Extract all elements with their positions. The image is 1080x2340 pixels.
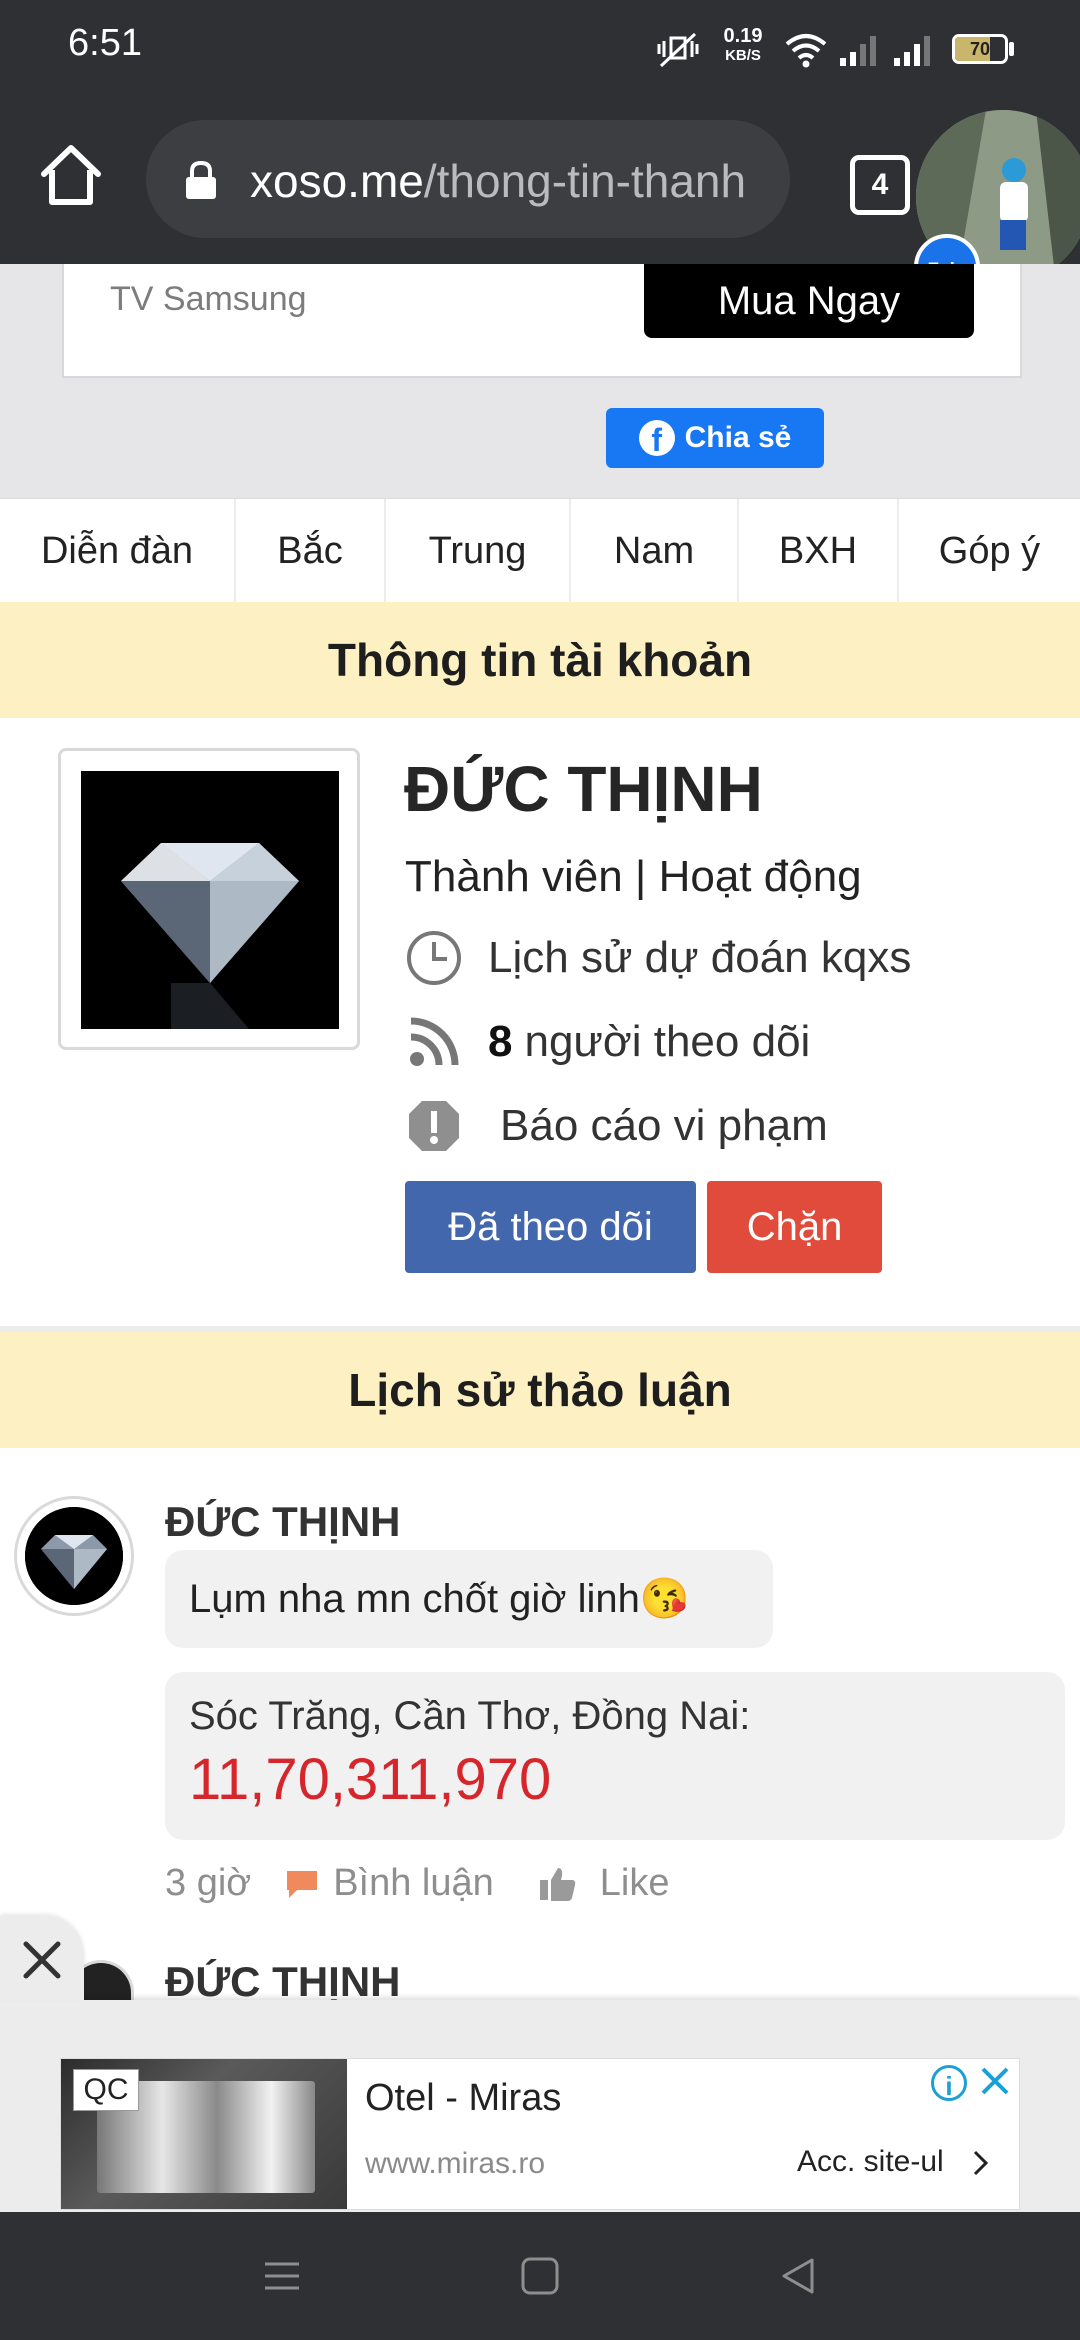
- tab-switcher-button[interactable]: 4: [850, 155, 910, 215]
- report-violation-link[interactable]: Báo cáo vi phạm: [404, 1096, 828, 1156]
- bottom-ad-banner[interactable]: QC Otel - Miras www.miras.ro Acc. site-u…: [60, 2058, 1020, 2210]
- battery-tip: [1009, 42, 1014, 56]
- nav-tab-feedback[interactable]: Góp ý: [899, 499, 1080, 603]
- signal-1-icon: [840, 36, 876, 66]
- ad-product-name: TV Samsung: [110, 280, 307, 318]
- prediction-history-link[interactable]: Lịch sử dự đoán kqxs: [404, 928, 911, 988]
- comment-button[interactable]: Bình luận: [285, 1862, 494, 1905]
- lock-icon: [186, 160, 216, 199]
- like-button[interactable]: Like: [538, 1862, 669, 1905]
- status-time: 6:51: [68, 22, 142, 64]
- signal-2-icon: [894, 36, 930, 66]
- nav-tab-south[interactable]: Nam: [571, 499, 739, 603]
- menu-icon[interactable]: [262, 2256, 302, 2296]
- followers-count: 8: [488, 1017, 513, 1066]
- profile-role: Thành viên | Hoạt động: [405, 852, 862, 901]
- top-ad-card[interactable]: TV Samsung Mua Ngay: [62, 264, 1022, 378]
- facebook-icon: f: [638, 420, 675, 456]
- profile-name: ĐỨC THỊNH: [404, 753, 763, 825]
- ad-url: www.miras.ro: [365, 2147, 546, 2180]
- mute-vibrate-icon: [657, 32, 699, 68]
- result-numbers: 11,70,311,970: [189, 1747, 552, 1812]
- block-button[interactable]: Chặn: [707, 1181, 882, 1273]
- result-label: Sóc Trăng, Cần Thơ, Đồng Nai:: [189, 1694, 751, 1738]
- nav-tab-central[interactable]: Trung: [386, 499, 571, 603]
- battery-icon: 70: [952, 34, 1008, 64]
- facebook-share-button[interactable]: f Chia sẻ: [606, 408, 824, 468]
- close-ad-button[interactable]: [0, 1916, 84, 2000]
- back-triangle-icon[interactable]: [778, 2256, 818, 2296]
- home-square-icon[interactable]: [520, 2256, 560, 2296]
- ad-info-icon[interactable]: i: [931, 2065, 967, 2101]
- exclamation-icon: [404, 1096, 464, 1156]
- nav-tab-north[interactable]: Bắc: [236, 499, 386, 603]
- thumbs-up-icon: [539, 1867, 576, 1901]
- status-bar: 6:51 0.19 KB/S 70: [0, 0, 1080, 100]
- share-label: Chia sẻ: [684, 421, 792, 454]
- address-bar[interactable]: xoso.me/thong-tin-thanh: [146, 120, 790, 238]
- network-speed: 0.19 KB/S: [723, 25, 763, 64]
- next-post-author-name[interactable]: ĐỨC THỊNH: [165, 1958, 401, 2006]
- ad-close-icon[interactable]: [977, 2063, 1013, 2099]
- ad-label: QC: [73, 2069, 139, 2111]
- post-author-name[interactable]: ĐỨC THỊNH: [165, 1498, 401, 1546]
- nav-tab-forum[interactable]: Diễn đàn: [0, 499, 236, 603]
- profile-avatar: [58, 748, 360, 1050]
- ad-title: Otel - Miras: [365, 2077, 562, 2119]
- system-navigation-bar: [0, 2212, 1080, 2340]
- chevron-right-icon: [974, 2151, 989, 2176]
- post-time: 3 giờ: [165, 1862, 252, 1904]
- post-message: Lụm nha mn chốt giờ linh😘: [165, 1550, 773, 1648]
- account-info-header: Thông tin tài khoản: [0, 602, 1080, 718]
- diamond-avatar-image: [81, 771, 339, 1029]
- rss-icon: [404, 1012, 464, 1072]
- post-author-avatar[interactable]: [14, 1496, 134, 1616]
- followed-button[interactable]: Đã theo dõi: [405, 1181, 696, 1273]
- prediction-result-box: Sóc Trăng, Cần Thơ, Đồng Nai: 11,70,311,…: [165, 1672, 1065, 1840]
- close-icon: [23, 1941, 61, 1979]
- home-icon[interactable]: [36, 140, 106, 210]
- buy-now-button[interactable]: Mua Ngay: [644, 264, 974, 338]
- discussion-history-header: Lịch sử thảo luận: [0, 1332, 1080, 1448]
- ad-cta[interactable]: Acc. site-ul: [797, 2145, 990, 2179]
- followers-text: người theo dõi: [524, 1017, 811, 1066]
- url-text: xoso.me/thong-tin-thanh: [250, 155, 747, 207]
- clock-icon: [404, 928, 464, 988]
- followers-row[interactable]: 8 người theo dõi: [404, 1012, 810, 1072]
- comment-icon: [287, 1870, 318, 1898]
- diamond-avatar-thumb: [25, 1507, 123, 1605]
- wifi-icon: [785, 34, 827, 68]
- section-nav: Diễn đàn Bắc Trung Nam BXH Góp ý: [0, 498, 1080, 603]
- post-meta: 3 giờ Bình luận Like: [165, 1862, 669, 1905]
- nav-tab-ranking[interactable]: BXH: [739, 499, 899, 603]
